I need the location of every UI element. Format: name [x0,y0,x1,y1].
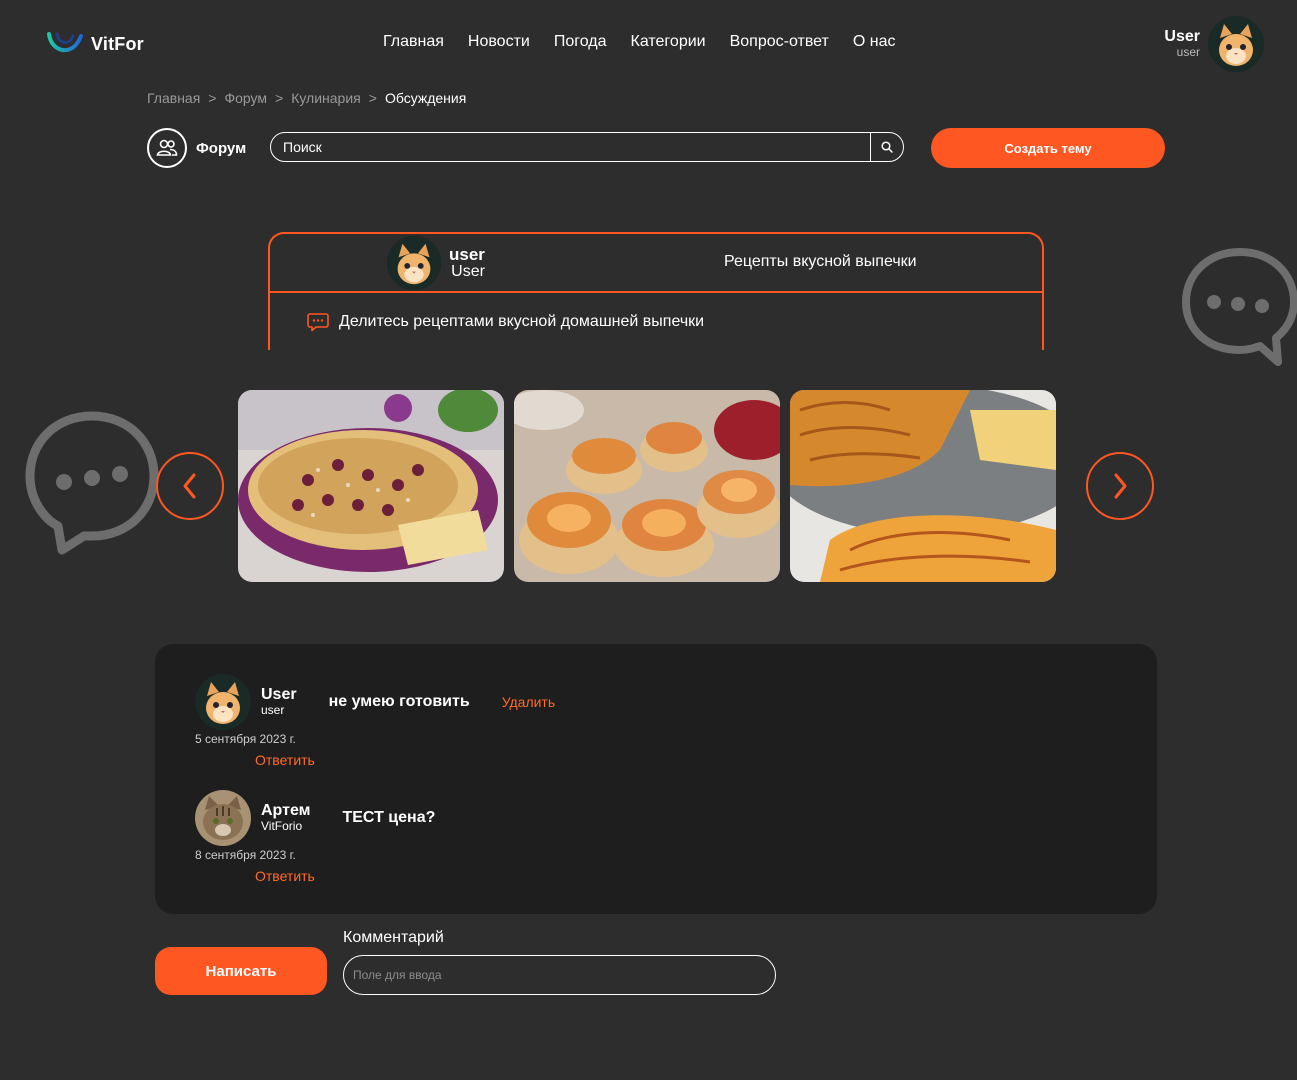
topic-author[interactable]: user User [387,236,485,290]
chat-bubble-icon [1182,248,1297,366]
carousel-image[interactable] [790,390,1056,582]
nav-weather[interactable]: Погода [554,33,607,51]
comment-item: User user не умею готовить Удалить 5 сен… [195,674,555,768]
chevron-right-icon [1114,473,1127,499]
search-input[interactable] [271,138,870,156]
logo-icon [47,32,83,53]
users-icon [156,139,178,156]
apple-tart-image [790,390,1056,582]
breadcrumb-separator: > [368,90,377,106]
avatar[interactable] [195,674,251,730]
comment-author-login: VitForio [261,819,303,834]
create-topic-button[interactable]: Создать тему [931,128,1165,168]
nav-faq[interactable]: Вопрос-ответ [730,33,829,51]
nav-news[interactable]: Новости [468,33,530,51]
user-login: user [1176,45,1200,60]
user-profile[interactable]: User user [1164,16,1264,72]
nav-categories[interactable]: Категории [631,33,706,51]
berry-pie-image [238,390,504,582]
topic-title: Рецепты вкусной выпечки [724,253,917,270]
breadcrumb-home[interactable]: Главная [147,90,200,106]
topic-card: user User Рецепты вкусной выпечки Делите… [268,232,1044,350]
comment-author-login: user [261,703,285,718]
carousel-image[interactable] [238,390,504,582]
divider [270,291,1042,293]
comment-author-name: Артем [261,802,311,820]
breadcrumb-separator: > [275,90,284,106]
search-button[interactable] [870,133,903,161]
comment-text: не умею готовить [328,693,470,710]
reply-button[interactable]: Ответить [255,752,555,768]
breadcrumb-forum[interactable]: Форум [224,90,267,106]
carousel-image[interactable] [514,390,780,582]
comment-date: 5 сентября 2023 г. [195,732,296,746]
carousel-next-button[interactable] [1086,452,1154,520]
cat-avatar-icon [1208,16,1264,72]
chat-bubble-icon [25,411,159,555]
topic-author-role: User [451,262,485,280]
search-box [270,132,904,162]
comment-author-name: User [261,686,297,704]
user-name: User [1164,27,1200,45]
breadcrumb-current: Обсуждения [384,90,467,106]
comment-text: ТЕСТ цена? [342,809,436,826]
cat-avatar-icon [387,236,441,290]
submit-comment-button[interactable]: Написать [155,947,327,995]
comment-date: 8 сентября 2023 г. [195,848,296,862]
reply-button[interactable]: Ответить [255,868,435,884]
topic-description: Делитесь рецептами вкусной домашней выпе… [307,312,704,332]
nav-about[interactable]: О нас [853,33,896,51]
delete-comment-button[interactable]: Удалить [502,694,555,710]
breadcrumb: Главная > Форум > Кулинария > Обсуждения [147,90,466,106]
search-icon [881,141,893,153]
carousel-prev-button[interactable] [156,452,224,520]
comment-input[interactable] [343,955,776,995]
avatar[interactable] [195,790,251,846]
forum-link[interactable]: Форум [147,128,246,168]
logo-text: VitFor [91,33,144,54]
chevron-left-icon [183,473,196,499]
comment-item: Артем VitForio ТЕСТ цена? 8 сентября 202… [195,790,435,884]
avatar[interactable] [1208,16,1264,72]
tabby-cat-avatar-icon [195,790,251,846]
forum-label: Форум [196,139,247,157]
comments-panel: User user не умею готовить Удалить 5 сен… [155,644,1157,914]
main-nav: Главная Новости Погода Категории Вопрос-… [383,33,895,51]
forum-icon-wrapper [147,128,187,168]
apple-roses-image [514,390,780,582]
cat-avatar-icon [195,674,251,730]
comment-field-label: Комментарий [343,929,444,946]
message-icon [307,313,329,332]
topic-author-name: user [449,244,485,264]
breadcrumb-cooking[interactable]: Кулинария [291,90,361,106]
avatar [387,236,441,290]
topic-description-text: Делитесь рецептами вкусной домашней выпе… [339,313,705,330]
logo[interactable]: VitFor [47,28,144,60]
nav-home[interactable]: Главная [383,33,444,51]
breadcrumb-separator: > [208,90,217,106]
